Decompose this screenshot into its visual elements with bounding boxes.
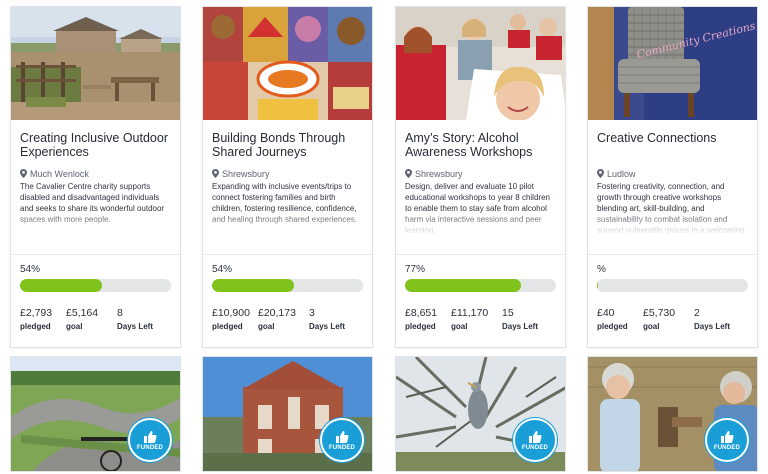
pledged-amount: £8,651: [405, 307, 438, 319]
days-left-count: 8: [117, 307, 123, 319]
days-left-label: Days Left: [502, 322, 539, 331]
progress-percent: %: [597, 264, 606, 275]
project-card[interactable]: Creating Inclusive Outdoor Experiences M…: [10, 6, 181, 348]
funded-project-card[interactable]: FUNDED: [202, 356, 373, 472]
project-stats: 77% £8,651 £11,170 15 pledged goal Days …: [396, 255, 565, 347]
progress-fill: [212, 279, 294, 292]
funded-label: FUNDED: [136, 444, 164, 451]
project-location: Shrewsbury: [405, 168, 556, 179]
goal-amount: £5,730: [643, 307, 676, 319]
progress-bar: [405, 279, 556, 292]
project-description: Fostering creativity, connection, and gr…: [597, 181, 748, 235]
progress-percent: 54%: [212, 264, 233, 275]
funded-label: FUNDED: [713, 444, 741, 451]
map-pin-icon: [212, 169, 219, 178]
map-pin-icon: [405, 169, 412, 178]
days-left-label: Days Left: [309, 322, 346, 331]
project-stats: % £40 £5,730 2 pledged goal Days Left: [588, 255, 757, 347]
project-card[interactable]: Building Bonds Through Shared Journeys S…: [202, 6, 373, 348]
project-grid: Creating Inclusive Outdoor Experiences M…: [0, 0, 768, 474]
goal-label: goal: [643, 322, 660, 331]
location-label: Much Wenlock: [30, 168, 89, 179]
goal-amount: £20,173: [258, 307, 296, 319]
funded-label: FUNDED: [328, 444, 356, 451]
progress-bar: [597, 279, 748, 292]
progress-fill: [405, 279, 522, 292]
project-title[interactable]: Creative Connections: [597, 131, 748, 161]
goal-amount: £11,170: [451, 307, 489, 319]
map-pin-icon: [20, 169, 27, 178]
thumbs-up-icon: [144, 430, 157, 443]
project-image[interactable]: [203, 7, 372, 120]
thumbs-up-icon: [529, 430, 542, 443]
progress-bar: [212, 279, 363, 292]
pledged-label: pledged: [20, 322, 51, 331]
funded-badge: FUNDED: [320, 418, 364, 462]
project-title[interactable]: Amy’s Story: Alcohol Awareness Workshops: [405, 131, 556, 161]
project-location: Shrewsbury: [212, 168, 363, 179]
funded-project-card[interactable]: FUNDED: [587, 356, 758, 472]
project-description: Expanding with inclusive events/trips to…: [212, 181, 363, 235]
goal-label: goal: [258, 322, 275, 331]
days-left-label: Days Left: [694, 322, 731, 331]
funded-project-card[interactable]: FUNDED: [395, 356, 566, 472]
progress-percent: 54%: [20, 264, 41, 275]
progress-fill: [20, 279, 102, 292]
thumbs-up-icon: [336, 430, 349, 443]
funded-project-card[interactable]: FUNDED: [10, 356, 181, 472]
project-card[interactable]: Community Creations Creative Connections…: [587, 6, 758, 348]
pledged-label: pledged: [597, 322, 628, 331]
pledged-label: pledged: [405, 322, 436, 331]
project-stats: 54% £2,793 £5,164 8 pledged goal Days Le…: [11, 255, 180, 347]
project-location: Much Wenlock: [20, 168, 171, 179]
pledged-amount: £10,900: [212, 307, 250, 319]
pledged-amount: £2,793: [20, 307, 53, 319]
project-image[interactable]: Community Creations: [588, 7, 757, 120]
project-image[interactable]: [396, 7, 565, 120]
days-left-count: 2: [694, 307, 700, 319]
project-title[interactable]: Creating Inclusive Outdoor Experiences: [20, 131, 171, 161]
project-description: The Cavalier Centre charity supports dis…: [20, 181, 171, 235]
project-card[interactable]: Amy’s Story: Alcohol Awareness Workshops…: [395, 6, 566, 348]
funded-badge: FUNDED: [705, 418, 749, 462]
project-stats: 54% £10,900 £20,173 3 pledged goal Days …: [203, 255, 372, 347]
project-location: Ludlow: [597, 168, 748, 179]
location-label: Shrewsbury: [222, 168, 270, 179]
project-image[interactable]: [11, 7, 180, 120]
pledged-label: pledged: [212, 322, 243, 331]
funded-badge: FUNDED: [128, 418, 172, 462]
project-title[interactable]: Building Bonds Through Shared Journeys: [212, 131, 363, 161]
funded-badge: FUNDED: [513, 418, 557, 462]
goal-label: goal: [66, 322, 83, 331]
location-label: Shrewsbury: [415, 168, 463, 179]
days-left-label: Days Left: [117, 322, 154, 331]
goal-label: goal: [451, 322, 468, 331]
map-pin-icon: [597, 169, 604, 178]
funded-label: FUNDED: [521, 444, 549, 451]
project-description: Design, deliver and evaluate 10 pilot ed…: [405, 181, 556, 235]
days-left-count: 15: [502, 307, 514, 319]
pledged-amount: £40: [597, 307, 615, 319]
location-label: Ludlow: [607, 168, 636, 179]
progress-fill: [597, 279, 599, 292]
progress-percent: 77%: [405, 264, 426, 275]
thumbs-up-icon: [721, 430, 734, 443]
goal-amount: £5,164: [66, 307, 99, 319]
progress-bar: [20, 279, 171, 292]
days-left-count: 3: [309, 307, 315, 319]
